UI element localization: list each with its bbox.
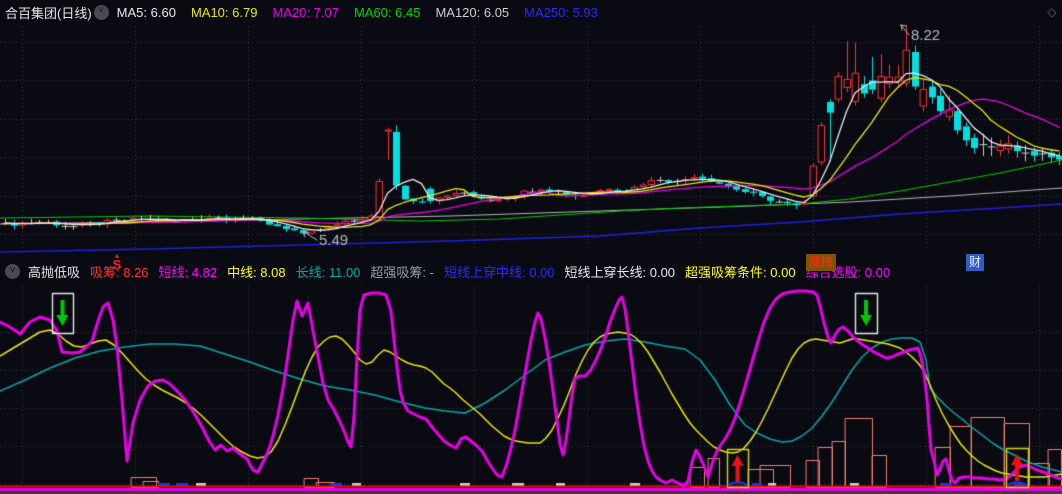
indicator-header: 高抛低吸 吸筹: 8.26短线: 4.82中线: 8.08长线: 11.00超强…	[0, 261, 1062, 282]
sell-marker-letter: S	[112, 257, 122, 272]
ma-value-5: MA250: 5.93	[524, 4, 598, 20]
indicator-field-2: 中线: 8.08	[227, 265, 286, 280]
indicator-values-row: 吸筹: 8.26 短线: 4.82 中线: 8.08 长线: 11.00 超强吸筹: -…	[90, 262, 900, 281]
indicator-field-5: 短线上穿中线: 0.00	[443, 265, 555, 280]
rank-list-badge[interactable]: 涨榜	[806, 254, 837, 271]
trading-app-window: 合百集团(日线) MA5: 6.60MA10: 6.79MA20: 7.07MA…	[0, 0, 1062, 494]
ma-values-row: MA5: 6.60 MA10: 6.79 MA20: 7.07 MA60: 6.45 M…	[117, 5, 613, 20]
finance-badge[interactable]: 财	[966, 254, 985, 271]
indicator-field-6: 短线上穿长线: 0.00	[564, 265, 676, 280]
top-header: 合百集团(日线) MA5: 6.60MA10: 6.79MA20: 7.07MA…	[0, 0, 1062, 24]
stock-title[interactable]: 合百集团(日线)	[5, 3, 92, 22]
chevron-down-icon[interactable]	[93, 4, 109, 20]
indicator-field-1: 短线: 4.82	[158, 265, 218, 280]
chevron-down-icon[interactable]	[5, 264, 20, 279]
ma-value-0: MA5: 6.60	[116, 4, 176, 20]
indicator-name[interactable]: 高抛低吸	[28, 262, 80, 281]
ma-value-2: MA20: 7.07	[272, 4, 339, 20]
indicator-field-3: 长线: 11.00	[295, 265, 361, 280]
indicator-field-4: 超强吸筹: -	[370, 265, 434, 280]
sell-signal-marker: ▴ S	[108, 251, 126, 272]
ma-value-3: MA60: 6.45	[353, 4, 421, 20]
candlestick-chart-canvas[interactable]	[0, 0, 1062, 494]
indicator-field-7: 超强吸筹条件: 0.00	[685, 265, 796, 280]
ma-value-1: MA10: 6.79	[190, 4, 258, 20]
ma-value-4: MA120: 6.05	[435, 4, 510, 20]
